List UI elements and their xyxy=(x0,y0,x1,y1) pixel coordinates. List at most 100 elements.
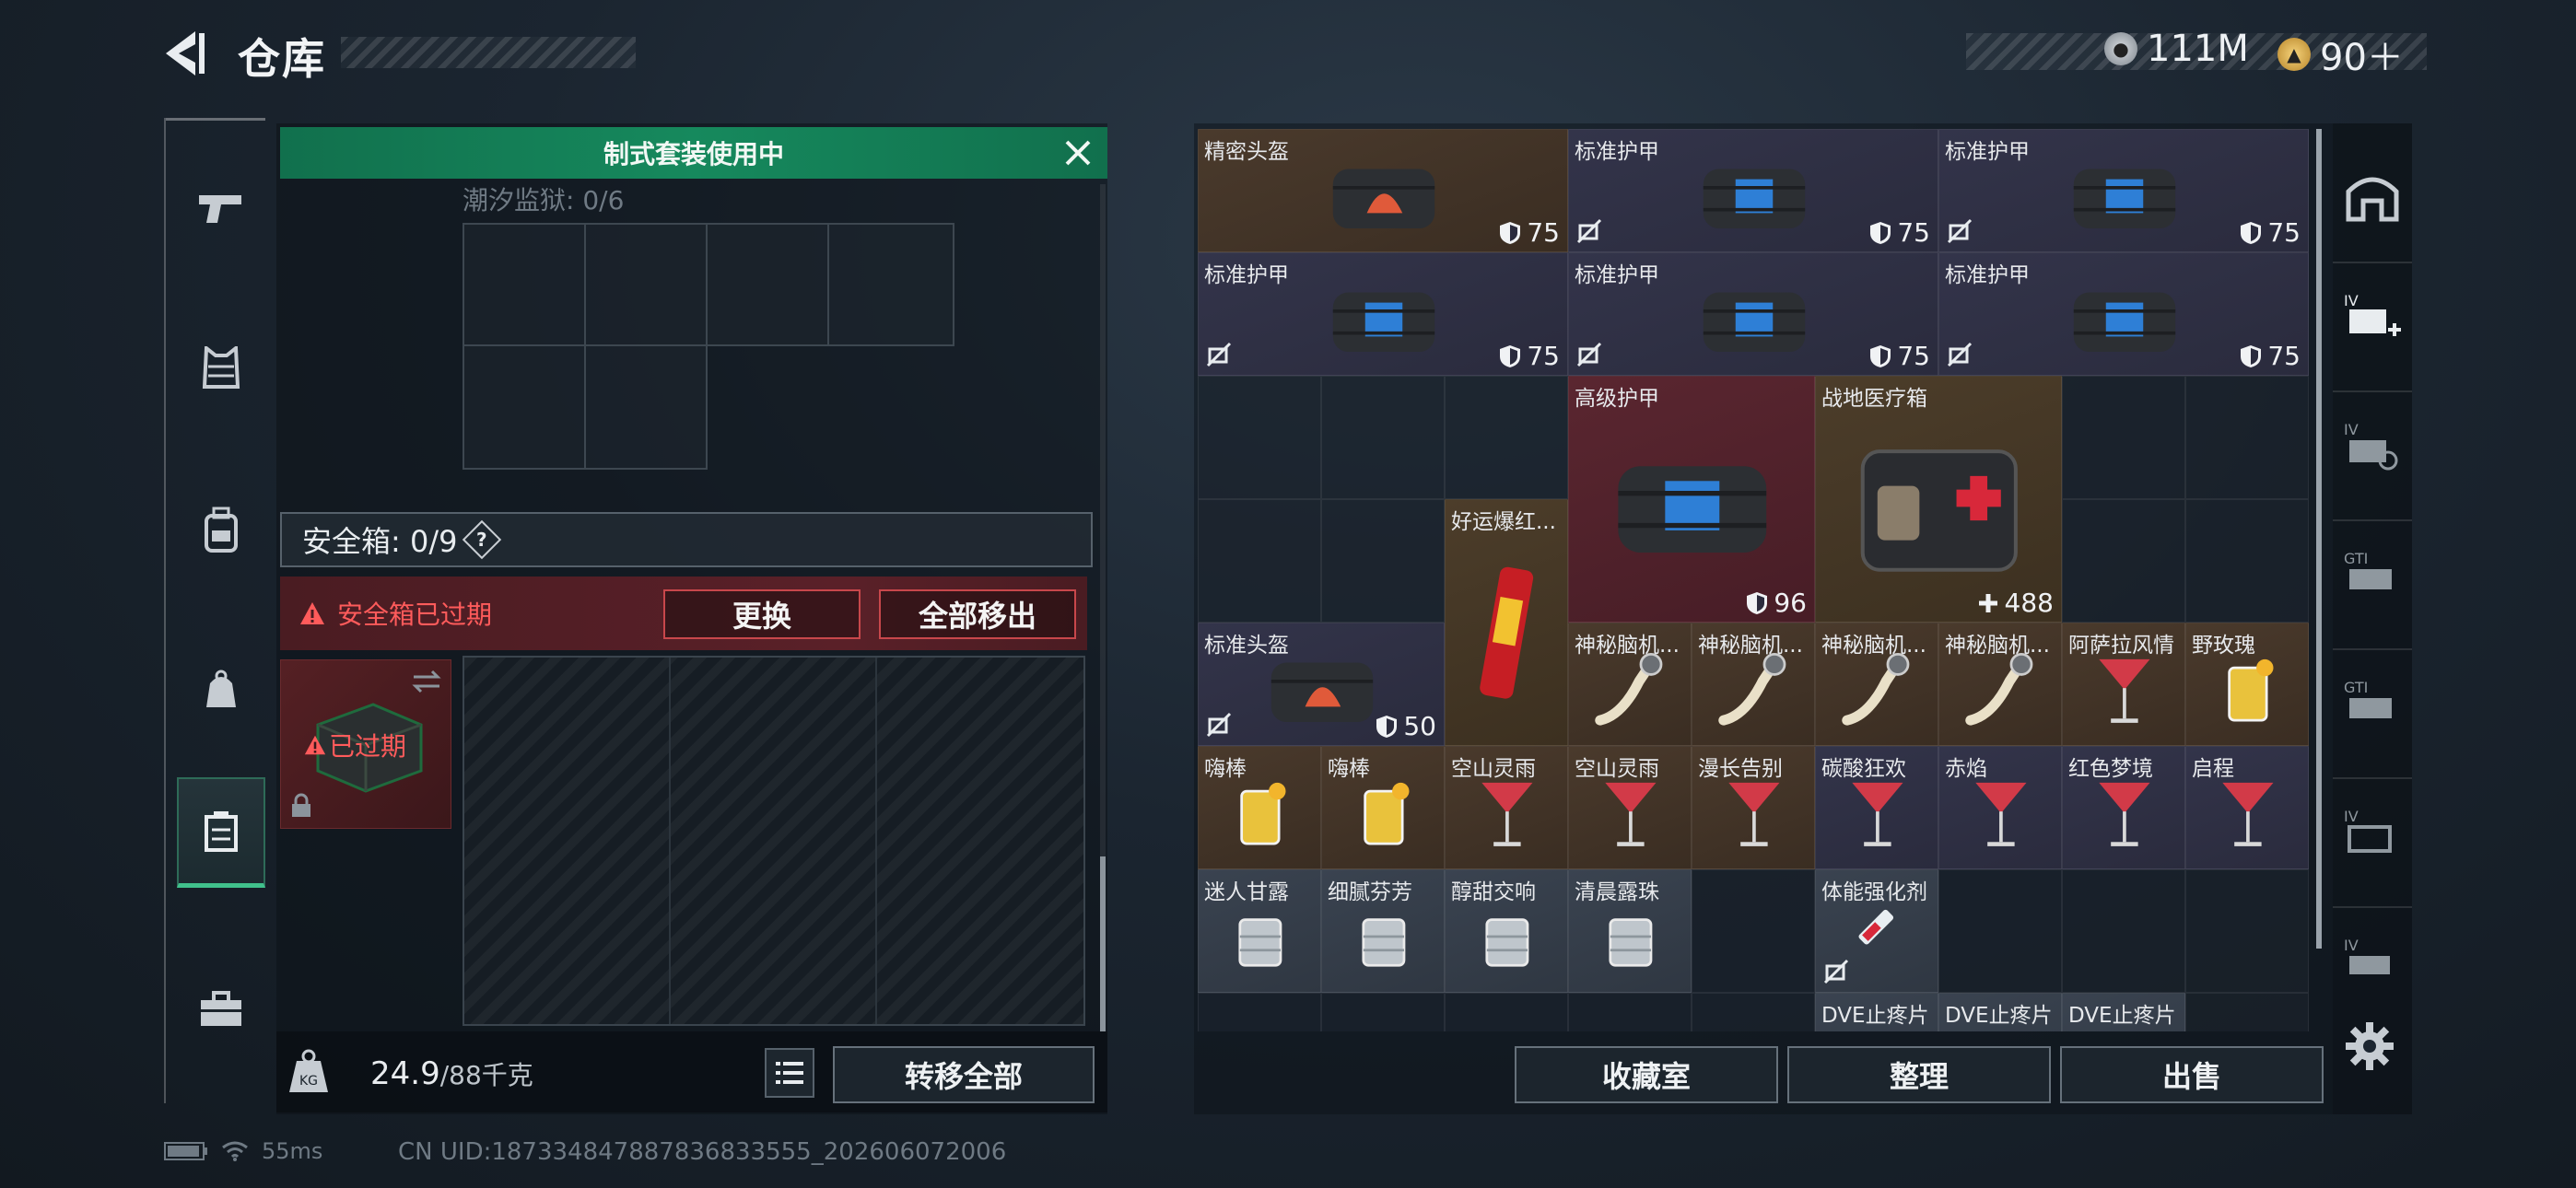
tide-slot[interactable] xyxy=(584,344,708,470)
nav-backpack[interactable] xyxy=(177,475,265,586)
safebox-grid[interactable] xyxy=(463,656,1085,1026)
sell-button[interactable]: 出售 xyxy=(2060,1046,2324,1103)
stash-empty-slot[interactable] xyxy=(1445,993,1568,1031)
gear-icon[interactable] xyxy=(2344,1020,2395,1072)
nav-add-storage[interactable]: IV xyxy=(2333,262,2412,372)
stash-empty-slot[interactable] xyxy=(1321,993,1445,1031)
stash-item[interactable]: 精密头盔 75 xyxy=(1198,129,1568,252)
stash-item[interactable]: 野玫瑰 xyxy=(2185,623,2309,746)
stash-scrollbar[interactable] xyxy=(2316,129,2322,949)
stash-item[interactable]: 嗨棒 xyxy=(1321,746,1445,869)
helmet-icon xyxy=(1332,169,1435,228)
left-scrollbar[interactable] xyxy=(1100,184,1106,1031)
gold-currency[interactable]: ▲ 90＋ xyxy=(2277,28,2404,81)
expired-safebox-item[interactable]: 已过期 xyxy=(280,659,451,829)
status-bar: 55ms xyxy=(164,1138,322,1164)
stash-item[interactable]: 高级护甲 96 xyxy=(1568,376,1815,623)
nav-storage-gti[interactable]: GTI xyxy=(2333,519,2412,630)
stash-item[interactable]: 阿萨拉风情 xyxy=(2062,623,2185,746)
stash-item[interactable]: 标准护甲 75 xyxy=(1568,252,1938,376)
nav-storage-iv[interactable]: IV xyxy=(2333,390,2412,501)
stash-item[interactable]: 体能强化剂 xyxy=(1815,869,1938,993)
stash-item[interactable]: DVE止疼片 xyxy=(1938,993,2062,1031)
stash-empty-slot[interactable] xyxy=(2185,499,2309,623)
stash-empty-slot[interactable] xyxy=(1321,499,1445,623)
close-icon[interactable] xyxy=(1061,136,1095,169)
svg-text:IV: IV xyxy=(2344,421,2359,438)
replace-button[interactable]: 更换 xyxy=(663,589,861,639)
stash-item[interactable]: 细腻芬芳 xyxy=(1321,869,1445,993)
nav-safe-box[interactable] xyxy=(177,777,265,888)
stash-item[interactable]: 迷人甘露 xyxy=(1198,869,1321,993)
stash-item[interactable]: 神秘脑机... xyxy=(1568,623,1692,746)
tide-slot[interactable] xyxy=(463,344,586,470)
tide-slot[interactable] xyxy=(706,223,829,346)
stash-item[interactable]: 红色梦境 xyxy=(2062,746,2185,869)
item-durability: 75 xyxy=(1499,217,1560,248)
stash-item[interactable]: 战地医疗箱 488 xyxy=(1815,376,2062,623)
stash-item[interactable]: 神秘脑机... xyxy=(1938,623,2062,746)
storage-gti-icon: GTI xyxy=(2344,550,2392,589)
tide-slot[interactable] xyxy=(827,223,954,346)
stash-item[interactable]: 启程 xyxy=(2185,746,2309,869)
collection-room-button[interactable]: 收藏室 xyxy=(1515,1046,1778,1103)
transfer-all-button[interactable]: 转移全部 xyxy=(833,1046,1095,1103)
nav-chest-rig[interactable] xyxy=(177,634,265,744)
stash-empty-slot[interactable] xyxy=(1321,376,1445,499)
stash-empty-slot[interactable] xyxy=(2185,993,2309,1031)
pistol-icon xyxy=(199,195,241,223)
nav-storage-iv-2[interactable]: IV xyxy=(2333,777,2412,888)
help-icon[interactable]: ? xyxy=(463,519,502,560)
nav-storage-gti-2[interactable]: GTI xyxy=(2333,648,2412,759)
stash-item[interactable]: 标准头盔 50 xyxy=(1198,623,1445,746)
stash-empty-slot[interactable] xyxy=(1692,993,1815,1031)
nav-pistol[interactable] xyxy=(177,153,265,263)
stash-item[interactable]: 赤焰 xyxy=(1938,746,2062,869)
stash-empty-slot[interactable] xyxy=(2185,869,2309,993)
nav-toolbox[interactable] xyxy=(177,954,265,1065)
stash-empty-slot[interactable] xyxy=(1445,376,1568,499)
stash-empty-slot[interactable] xyxy=(2062,869,2185,993)
stash-item[interactable]: DVE止疼片 xyxy=(2062,993,2185,1031)
gold-amount: 90＋ xyxy=(2320,37,2404,79)
tide-slot[interactable] xyxy=(463,223,586,346)
stash-item[interactable]: 空山灵雨 xyxy=(1445,746,1568,869)
stash-empty-slot[interactable] xyxy=(1568,993,1692,1031)
stash-item[interactable]: 神秘脑机... xyxy=(1692,623,1815,746)
stash-item[interactable]: 清晨露珠 xyxy=(1568,869,1692,993)
stash-grid[interactable]: 精密头盔 75 标准护甲 75 标准护甲 75 标准护甲 75 标准护甲 75 标准护甲 75 高级护甲… xyxy=(1198,129,2309,1031)
sort-button[interactable]: 整理 xyxy=(1787,1046,2051,1103)
warning-icon xyxy=(300,602,324,624)
no-insurance-icon xyxy=(1576,218,1602,244)
stash-item[interactable]: 标准护甲 75 xyxy=(1568,129,1938,252)
nav-hideout[interactable] xyxy=(2333,142,2412,252)
stash-item[interactable]: 漫长告别 xyxy=(1692,746,1815,869)
nav-armor[interactable] xyxy=(177,313,265,424)
chest-rig-icon xyxy=(206,670,236,707)
stash-item[interactable]: 醇甜交响 xyxy=(1445,869,1568,993)
list-view-button[interactable] xyxy=(765,1048,814,1098)
stash-item[interactable]: 标准护甲 75 xyxy=(1938,129,2309,252)
tide-slot[interactable] xyxy=(584,223,708,346)
user-uid: CN UID:187334847887836833555_20260607200… xyxy=(398,1138,1007,1166)
stash-item[interactable]: DVE止疼片 xyxy=(1815,993,1938,1031)
stash-item[interactable]: 神秘脑机... xyxy=(1815,623,1938,746)
stash-item[interactable]: 碳酸狂欢 xyxy=(1815,746,1938,869)
stash-empty-slot[interactable] xyxy=(1198,499,1321,623)
stash-item[interactable]: 空山灵雨 xyxy=(1568,746,1692,869)
item-name: 体能强化剂 xyxy=(1821,880,1927,904)
stash-empty-slot[interactable] xyxy=(2062,376,2185,499)
stash-empty-slot[interactable] xyxy=(1198,993,1321,1031)
stash-empty-slot[interactable] xyxy=(1198,376,1321,499)
remove-all-button[interactable]: 全部移出 xyxy=(879,589,1076,639)
stash-item[interactable]: 标准护甲 75 xyxy=(1938,252,2309,376)
stash-empty-slot[interactable] xyxy=(2062,499,2185,623)
stash-item[interactable]: 嗨棒 xyxy=(1198,746,1321,869)
stash-item[interactable]: 标准护甲 75 xyxy=(1198,252,1568,376)
stash-item[interactable]: 好运爆红... xyxy=(1445,499,1568,746)
stash-empty-slot[interactable] xyxy=(2185,376,2309,499)
stash-empty-slot[interactable] xyxy=(1938,869,2062,993)
nav-storage-iv-3[interactable]: IV xyxy=(2333,906,2412,1017)
back-button[interactable] xyxy=(158,26,210,81)
stash-empty-slot[interactable] xyxy=(1692,869,1815,993)
